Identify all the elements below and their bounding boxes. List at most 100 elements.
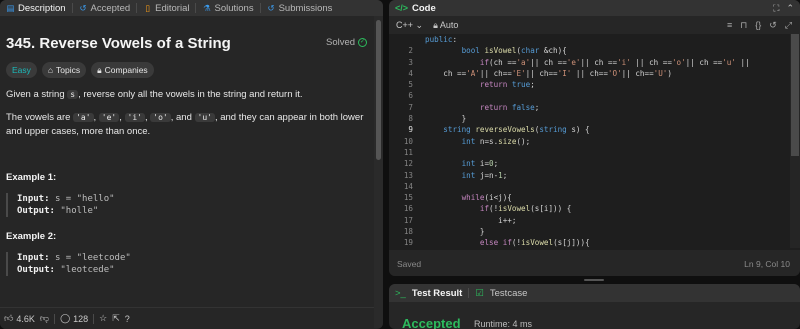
line-number: 11 — [403, 147, 413, 157]
horizontal-resize-handle[interactable] — [389, 276, 800, 284]
tab-label: Accepted — [90, 2, 131, 14]
code-line[interactable]: 8 } — [389, 113, 790, 124]
code-line[interactable]: 18 } — [389, 226, 790, 237]
code-line[interactable]: 9 string reverseVowels(string s) { — [389, 124, 790, 135]
code-text: else if(!isVowel(s[j])){ — [479, 238, 590, 248]
code-line[interactable]: 14 — [389, 181, 790, 192]
comments-button[interactable]: ◯ 128 — [60, 313, 88, 324]
auto-mode[interactable]: 🔒︎ Auto — [433, 20, 458, 31]
code-line[interactable]: 11 — [389, 147, 790, 158]
like-button[interactable]: 👍︎ 4.6K — [4, 313, 35, 324]
like-count: 4.6K — [16, 313, 35, 324]
input-label: Input: — [17, 194, 50, 204]
line-number: 13 — [403, 170, 413, 180]
checkbox-icon: ☑ — [475, 287, 484, 299]
code-text: return true; — [479, 80, 535, 90]
code-line[interactable]: 5 return true; — [389, 79, 790, 90]
code-line[interactable]: 13 int j=n-1; — [389, 170, 790, 181]
dislike-button[interactable]: 👎︎ — [40, 313, 49, 324]
divider — [93, 313, 95, 324]
description-scrollbar[interactable] — [374, 16, 383, 328]
tab-testcase[interactable]: Testcase — [490, 288, 528, 299]
thumbs-up-icon: 👍︎ — [4, 313, 14, 323]
tab-separator — [468, 288, 470, 298]
code-line[interactable]: 16 if(!isVowel(s[i])) { — [389, 203, 790, 214]
divider — [54, 313, 56, 324]
description-paragraph-2: The vowels are 'a', 'e', 'i', 'o', and '… — [6, 112, 364, 137]
editor-scrollbar[interactable] — [790, 34, 800, 248]
solved-status: Solved ✓ — [326, 37, 368, 48]
example-1-box: Input: s = "hello" Output: "holle" — [6, 193, 361, 217]
tab-test-result[interactable]: Test Result — [412, 288, 463, 299]
tab-editorial[interactable]: ▯ Editorial — [137, 0, 195, 16]
code-line[interactable]: public: — [389, 34, 790, 45]
code-text: i++; — [425, 215, 517, 225]
inline-code: 'u' — [194, 113, 215, 122]
line-number: 10 — [403, 136, 413, 146]
code-line[interactable]: 19 else if(!isVowel(s[j])){ — [389, 237, 790, 248]
code-editor[interactable]: public: 2 bool isVowel(char &ch){3 if(ch … — [389, 34, 790, 248]
editor-status-bar: Saved Ln 9, Col 10 — [389, 250, 800, 276]
tab-solutions[interactable]: ⚗ Solutions — [196, 0, 259, 16]
example-input-row: Input: s = "hello" — [17, 193, 361, 205]
description-bottom-bar: 👍︎ 4.6K 👎︎ ◯ 128 ☆ ⇱ ? — [0, 307, 374, 329]
question-icon: ? — [124, 313, 130, 324]
tab-submissions[interactable]: ↺ Submissions — [261, 0, 339, 16]
document-icon: ▤ — [6, 2, 15, 13]
solved-label: Solved — [326, 37, 356, 48]
expand-icon[interactable]: ⤢ — [785, 20, 792, 31]
chevron-up-icon[interactable]: ⌃ — [786, 3, 794, 14]
text: , reverse only all the vowels in the str… — [78, 89, 303, 100]
line-number: 4 — [408, 68, 413, 78]
code-line[interactable]: 4 ch =='A'|| ch=='E'|| ch=='I' || ch=='O… — [389, 68, 790, 79]
code-text: if(!isVowel(s[i])) { — [479, 204, 572, 214]
lock-icon: 🔒︎ — [433, 19, 438, 30]
lock-icon: 🔒︎ — [97, 64, 102, 75]
runtime-label: Runtime: 4 ms — [474, 319, 533, 329]
problem-title[interactable]: 345. Reverse Vowels of a String — [6, 35, 231, 52]
favorite-button[interactable]: ☆ — [99, 313, 107, 324]
maximize-icon[interactable]: ⛶ — [773, 3, 779, 14]
line-number: 9 — [408, 125, 413, 135]
code-text: public: — [425, 35, 458, 44]
comment-icon: ◯ — [60, 313, 71, 323]
code-line[interactable]: 3 if(ch =='a'|| ch =='e'|| ch =='i' || c… — [389, 57, 790, 68]
scrollbar-thumb[interactable] — [791, 34, 799, 156]
book-icon: ▯ — [145, 2, 150, 13]
output-value: "holle" — [60, 206, 99, 216]
tab-accepted[interactable]: ↺ Accepted — [73, 0, 137, 16]
tab-description[interactable]: ▤ Description — [0, 0, 72, 16]
code-line[interactable]: 2 bool isVowel(char &ch){ — [389, 45, 790, 56]
line-number: 5 — [408, 80, 413, 90]
code-text: int j=n-1; — [461, 170, 508, 180]
scrollbar-thumb[interactable] — [376, 20, 381, 160]
help-button[interactable]: ? — [125, 314, 130, 324]
code-line[interactable]: 10 int n=s.size(); — [389, 136, 790, 147]
code-line[interactable]: 15 while(i<j){ — [389, 192, 790, 203]
line-number: 15 — [403, 193, 413, 203]
code-line[interactable]: 6 — [389, 90, 790, 101]
braces-icon[interactable]: {} — [755, 20, 761, 31]
resize-grip[interactable] — [584, 279, 604, 281]
line-number: 2 — [408, 46, 413, 56]
companies-label: Companies — [104, 65, 148, 75]
share-button[interactable]: ⇱ — [112, 313, 120, 324]
code-line[interactable]: 12 int i=0; — [389, 158, 790, 169]
code-text: } — [425, 114, 467, 124]
inline-code: s — [67, 90, 79, 99]
code-text: bool isVowel(char &ch){ — [461, 46, 567, 56]
example-output-row: Output: "leotcede" — [17, 264, 361, 276]
topics-button[interactable]: ⌂ Topics — [41, 62, 87, 78]
code-text: int i=0; — [461, 159, 499, 169]
code-line[interactable]: 17 i++; — [389, 215, 790, 226]
reset-icon[interactable]: ↺ — [769, 20, 777, 31]
line-number: 19 — [403, 238, 413, 248]
bookmark-icon[interactable]: ⊓ — [740, 20, 747, 31]
companies-button[interactable]: 🔒︎ Companies — [91, 62, 154, 78]
text: and — [176, 112, 192, 123]
code-line[interactable]: 7 return false; — [389, 102, 790, 113]
format-icon[interactable]: ≡ — [727, 20, 732, 31]
example-2-heading: Example 2: — [6, 231, 57, 242]
language-select[interactable]: C++ ⌄ — [396, 20, 423, 31]
output-label: Output: — [17, 206, 55, 216]
